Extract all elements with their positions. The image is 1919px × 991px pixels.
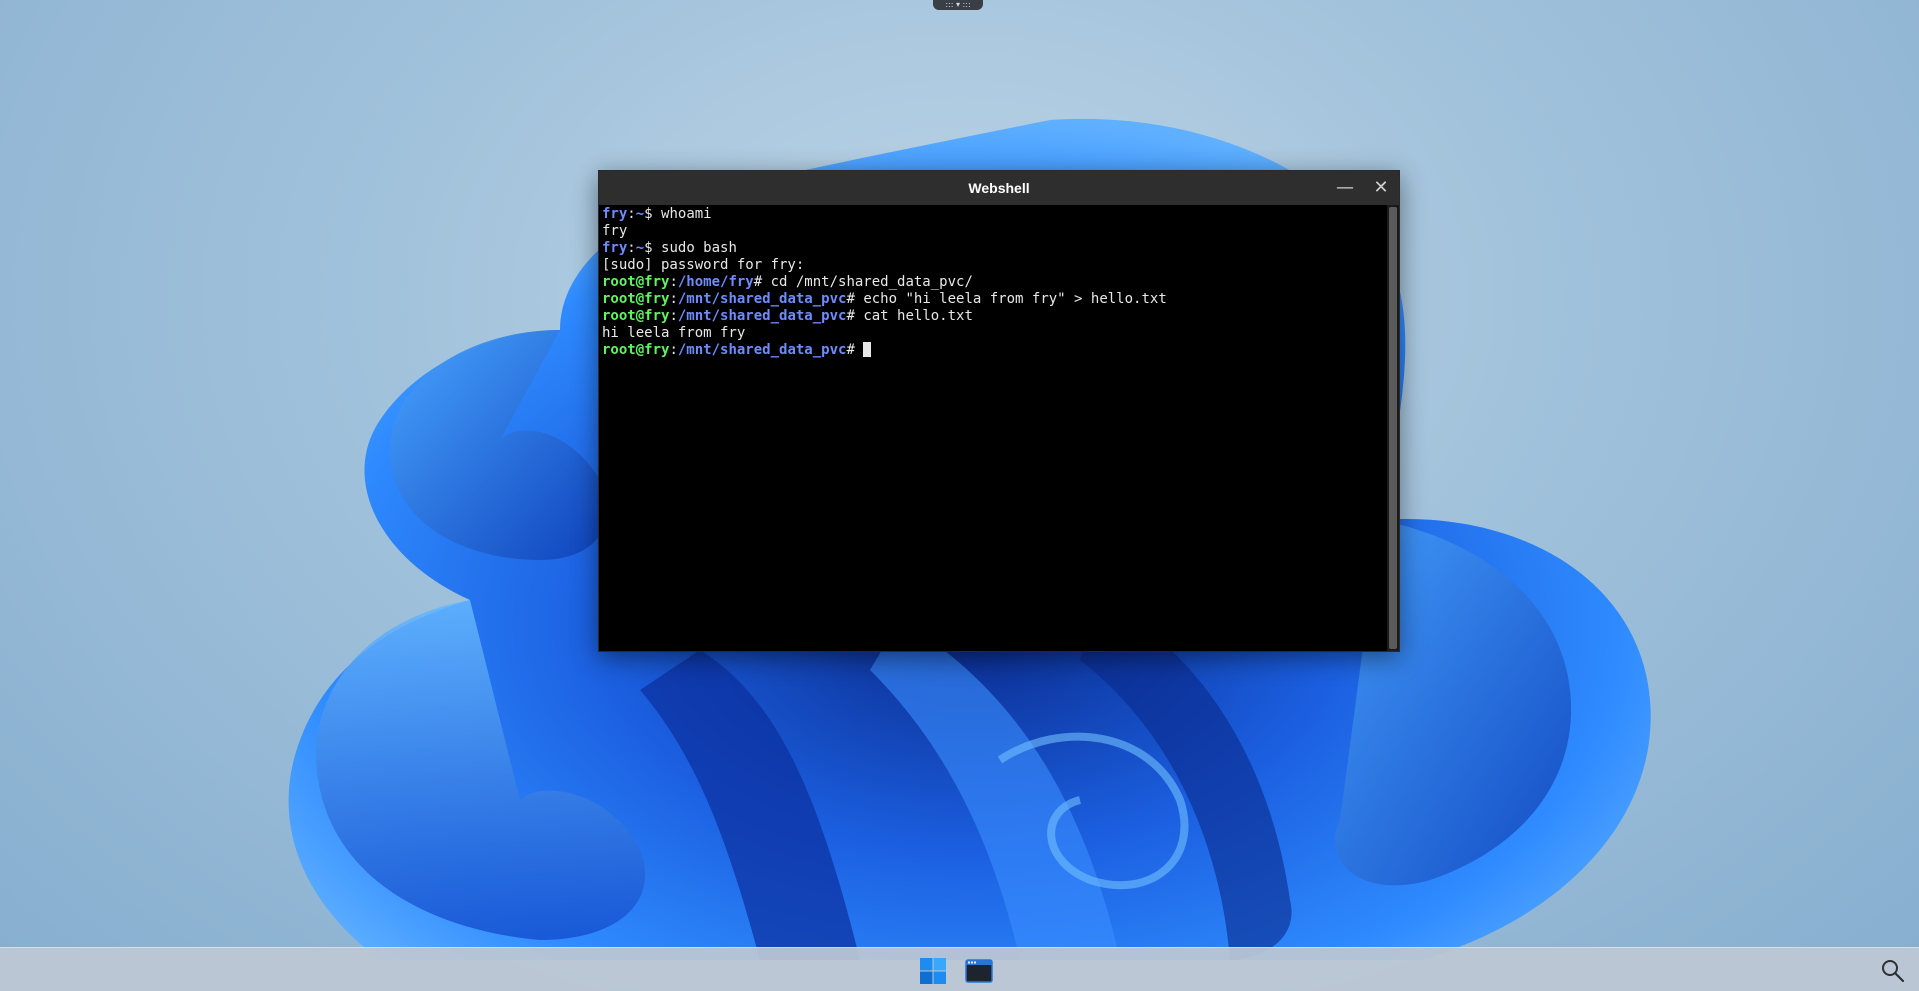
taskbar <box>0 947 1919 991</box>
prompt-symbol: # <box>846 291 864 307</box>
prompt-symbol: # <box>846 342 864 358</box>
prompt-separator: : <box>669 308 678 324</box>
prompt-user: fry <box>602 240 628 256</box>
terminal-output-text: fry <box>602 223 628 239</box>
prompt-path: /mnt/shared_data_pvc <box>677 308 847 324</box>
terminal-line: root@fry:/mnt/shared_data_pvc# cat hello… <box>602 308 1387 325</box>
terminal-cursor <box>863 342 872 357</box>
terminal-scrollbar[interactable] <box>1387 205 1399 651</box>
prompt-user: root@fry <box>602 274 670 290</box>
prompt-user: root@fry <box>602 291 670 307</box>
command-text: cat hello.txt <box>863 308 973 324</box>
terminal-line: [sudo] password for fry: <box>602 257 1387 274</box>
close-button[interactable]: ✕ <box>1367 175 1395 201</box>
prompt-user: root@fry <box>602 308 670 324</box>
prompt-separator: : <box>669 291 678 307</box>
terminal-line: fry:~$ sudo bash <box>602 240 1387 257</box>
search-icon[interactable] <box>1880 958 1906 984</box>
minimize-icon: — <box>1336 177 1354 198</box>
window-title: Webshell <box>968 180 1030 196</box>
prompt-symbol: $ <box>644 206 662 222</box>
desktop: ::: ▾ ::: Webshell — ✕ fry:~$ whoami fry f… <box>0 0 1919 991</box>
terminal-line: hi leela from fry <box>602 325 1387 342</box>
prompt-symbol: # <box>846 308 864 324</box>
command-text: sudo bash <box>661 240 737 256</box>
terminal-app-icon[interactable] <box>964 956 994 986</box>
terminal-line: fry:~$ whoami <box>602 206 1387 223</box>
prompt-path: ~ <box>635 206 645 222</box>
windows-start-icon[interactable] <box>918 956 948 986</box>
prompt-path: ~ <box>635 240 645 256</box>
prompt-separator: : <box>669 342 678 358</box>
scrollbar-thumb[interactable] <box>1389 207 1397 649</box>
window-titlebar[interactable]: Webshell — ✕ <box>599 171 1399 205</box>
prompt-user: root@fry <box>602 342 670 358</box>
webshell-window: Webshell — ✕ fry:~$ whoami fry fry:~$ sudo… <box>598 170 1400 652</box>
prompt-separator: : <box>627 240 636 256</box>
terminal-output[interactable]: fry:~$ whoami fry fry:~$ sudo bash [sudo] p… <box>599 205 1387 651</box>
prompt-symbol: # <box>753 274 771 290</box>
prompt-path: /mnt/shared_data_pvc <box>677 291 847 307</box>
command-text: echo "hi leela from fry" > hello.txt <box>863 291 1167 307</box>
prompt-separator: : <box>669 274 678 290</box>
prompt-path: /home/fry <box>677 274 754 290</box>
minimize-button[interactable]: — <box>1331 175 1359 201</box>
command-text: whoami <box>661 206 712 222</box>
prompt-user: fry <box>602 206 628 222</box>
terminal-line: root@fry:/home/fry# cd /mnt/shared_data_… <box>602 274 1387 291</box>
terminal-line: root@fry:/mnt/shared_data_pvc# <box>602 342 1387 359</box>
terminal-output-text: [sudo] password for fry: <box>602 257 805 273</box>
remote-session-handle[interactable]: ::: ▾ ::: <box>933 0 983 10</box>
terminal-line: root@fry:/mnt/shared_data_pvc# echo "hi … <box>602 291 1387 308</box>
command-text: cd /mnt/shared_data_pvc/ <box>770 274 973 290</box>
terminal-line: fry <box>602 223 1387 240</box>
terminal-output-text: hi leela from fry <box>602 325 746 341</box>
close-icon: ✕ <box>1373 177 1389 198</box>
prompt-separator: : <box>627 206 636 222</box>
prompt-path: /mnt/shared_data_pvc <box>677 342 847 358</box>
prompt-symbol: $ <box>644 240 662 256</box>
